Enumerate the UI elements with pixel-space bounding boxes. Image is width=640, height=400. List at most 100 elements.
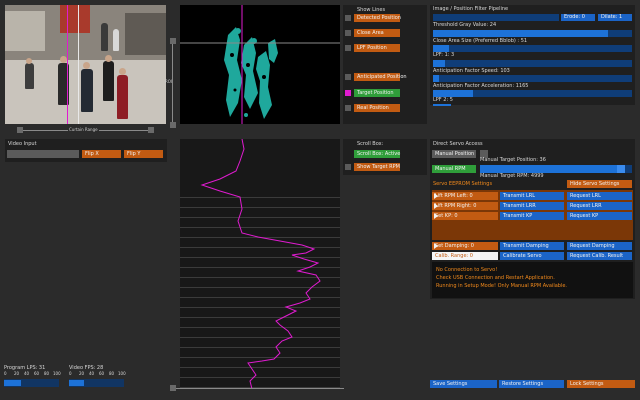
video-person-head [26, 58, 32, 64]
dilate-control[interactable]: Dilate: 1 [598, 14, 632, 21]
scroll-box-active-button[interactable]: Scroll Box: Active [354, 150, 400, 158]
show-line-button[interactable]: Target Position [354, 89, 400, 97]
video-input-select[interactable] [7, 150, 79, 158]
manual-target-position-label: Manual Target Position: 36 [480, 157, 546, 163]
lpf-slider[interactable] [433, 60, 632, 67]
scale-tick: 60 [34, 371, 40, 376]
eeprom-set-button[interactable]: Lift RPM Left: 0 [432, 192, 498, 200]
roi-bottom-handle[interactable] [170, 122, 176, 128]
scale-tick: 80 [109, 371, 115, 376]
manual-rpm-slider-thumb[interactable] [617, 165, 625, 173]
video-person [117, 75, 128, 119]
roi-label: ROI [165, 79, 173, 84]
show-line-toggle[interactable] [345, 30, 351, 36]
anticipation-speed-slider-fill [433, 75, 439, 82]
show-lines-title: Show Lines [357, 7, 386, 13]
eeprom-transmit-button[interactable]: Transmit LRR [500, 202, 564, 210]
play-arrow-icon [434, 213, 438, 219]
hide-servo-settings-button[interactable]: Hide Servo Settings [567, 180, 632, 188]
show-line-toggle[interactable] [345, 90, 351, 96]
eeprom-transmit-button[interactable]: Transmit KP [500, 212, 564, 220]
eeprom-set-button[interactable]: Set KP: 0 [432, 212, 498, 220]
show-target-rpm-swatch[interactable] [345, 164, 351, 170]
video-person [101, 23, 108, 51]
restore-settings-button[interactable]: Restore Settings [499, 380, 564, 388]
scroll-box-title: Scroll Box: [357, 141, 384, 147]
anticipation-accel-slider-fill [433, 90, 473, 97]
video-storefront [5, 11, 45, 51]
eeprom-set-button[interactable]: Lift RPM Right: 0 [432, 202, 498, 210]
threshold-label: Threshold Gray Value: 24 [433, 22, 497, 28]
eeprom-transmit-button[interactable]: Transmit LRL [500, 192, 564, 200]
video-storefront [60, 5, 90, 33]
video-person-head [119, 68, 126, 75]
scale-tick: 40 [89, 371, 95, 376]
flip-y-button[interactable]: Flip Y [124, 150, 163, 158]
program-lps-meter-fill [4, 380, 21, 386]
request-damping-button[interactable]: Request Damping [567, 242, 632, 250]
detected-blobs [224, 27, 278, 119]
lock-settings-button[interactable]: Lock Settings [567, 380, 635, 388]
lpf-slider-fill [433, 60, 445, 67]
eeprom-request-button[interactable]: Request LRR [567, 202, 632, 210]
manual-position-button[interactable]: Manual Position [432, 150, 476, 158]
calibrate-servo-button[interactable]: Calibrate Servo [500, 252, 564, 260]
show-target-rpm-button[interactable]: Show Target RPM [354, 163, 400, 171]
play-arrow-icon [434, 203, 438, 209]
target-rpm-trace [200, 139, 321, 389]
scale-tick: 100 [53, 371, 61, 376]
target-position-line [67, 5, 68, 124]
manual-rpm-button[interactable]: Manual RPM [432, 165, 476, 173]
video-person [25, 63, 34, 89]
video-person [113, 29, 119, 51]
set-damping-button[interactable]: Set Damping: 0 [432, 242, 498, 250]
show-line-toggle[interactable] [345, 105, 351, 111]
pipeline-title: Image / Position Filter Pipeline [433, 6, 509, 12]
play-arrow-icon [434, 193, 438, 199]
scale-tick: 0 [69, 371, 72, 376]
eeprom-request-button[interactable]: Request KP [567, 212, 632, 220]
video-person [81, 69, 93, 112]
scale-tick: 20 [79, 371, 85, 376]
transmit-damping-button[interactable]: Transmit Damping [500, 242, 564, 250]
request-calib-result-button[interactable]: Request Calib. Result [567, 252, 632, 260]
pipeline-top-slider[interactable] [433, 14, 559, 21]
lpf2-label: LPF 2: 5 [433, 97, 453, 103]
roi-top-handle[interactable] [170, 38, 176, 44]
show-line-toggle[interactable] [345, 74, 351, 80]
scale-tick: 20 [14, 371, 20, 376]
blob-view-svg [180, 5, 340, 124]
video-fps-meter-fill [69, 380, 84, 386]
threshold-slider-fill [433, 30, 608, 37]
calib-range-field[interactable]: Calib. Range: 0 [432, 252, 498, 260]
eeprom-request-button[interactable]: Request LRL [567, 192, 632, 200]
close-area-label: Close Area Size (Preferred Bblob) : 51 [433, 38, 528, 44]
curtain-range-label: Curtain Range [68, 127, 99, 132]
show-line-button[interactable]: Real Position [354, 104, 400, 112]
close-area-slider[interactable] [433, 45, 632, 52]
video-person-head [105, 55, 112, 62]
show-line-button[interactable]: Close Area [354, 29, 400, 37]
video-person [103, 61, 114, 101]
anticipation-speed-slider[interactable] [433, 75, 632, 82]
roi-range-line [172, 44, 173, 122]
servo-title: Direct Servo Access [433, 141, 483, 147]
show-line-toggle[interactable] [345, 45, 351, 51]
video-preview[interactable] [5, 5, 166, 124]
video-person-head [83, 62, 90, 69]
erode-control[interactable]: Erode: 0 [561, 14, 595, 21]
manual-target-rpm-label: Manual Target RPM: 4999 [480, 173, 544, 179]
show-line-button[interactable]: Detected Position [354, 14, 401, 22]
curtain-right-handle[interactable] [148, 127, 154, 133]
close-area-slider-fill [433, 45, 449, 52]
show-line-button[interactable]: Anticipated Position [354, 73, 407, 81]
show-line-button[interactable]: LPF Position [354, 44, 400, 52]
position-marker-line [78, 5, 79, 124]
blob-view [180, 5, 340, 124]
scale-tick: 0 [4, 371, 7, 376]
save-settings-button[interactable]: Save Settings [430, 380, 497, 388]
show-line-toggle[interactable] [345, 15, 351, 21]
flip-x-button[interactable]: Flip X [82, 150, 121, 158]
program-lps-scale: 0 20 40 60 80 100 [4, 372, 61, 377]
set-damping-arrow-icon [434, 243, 438, 249]
